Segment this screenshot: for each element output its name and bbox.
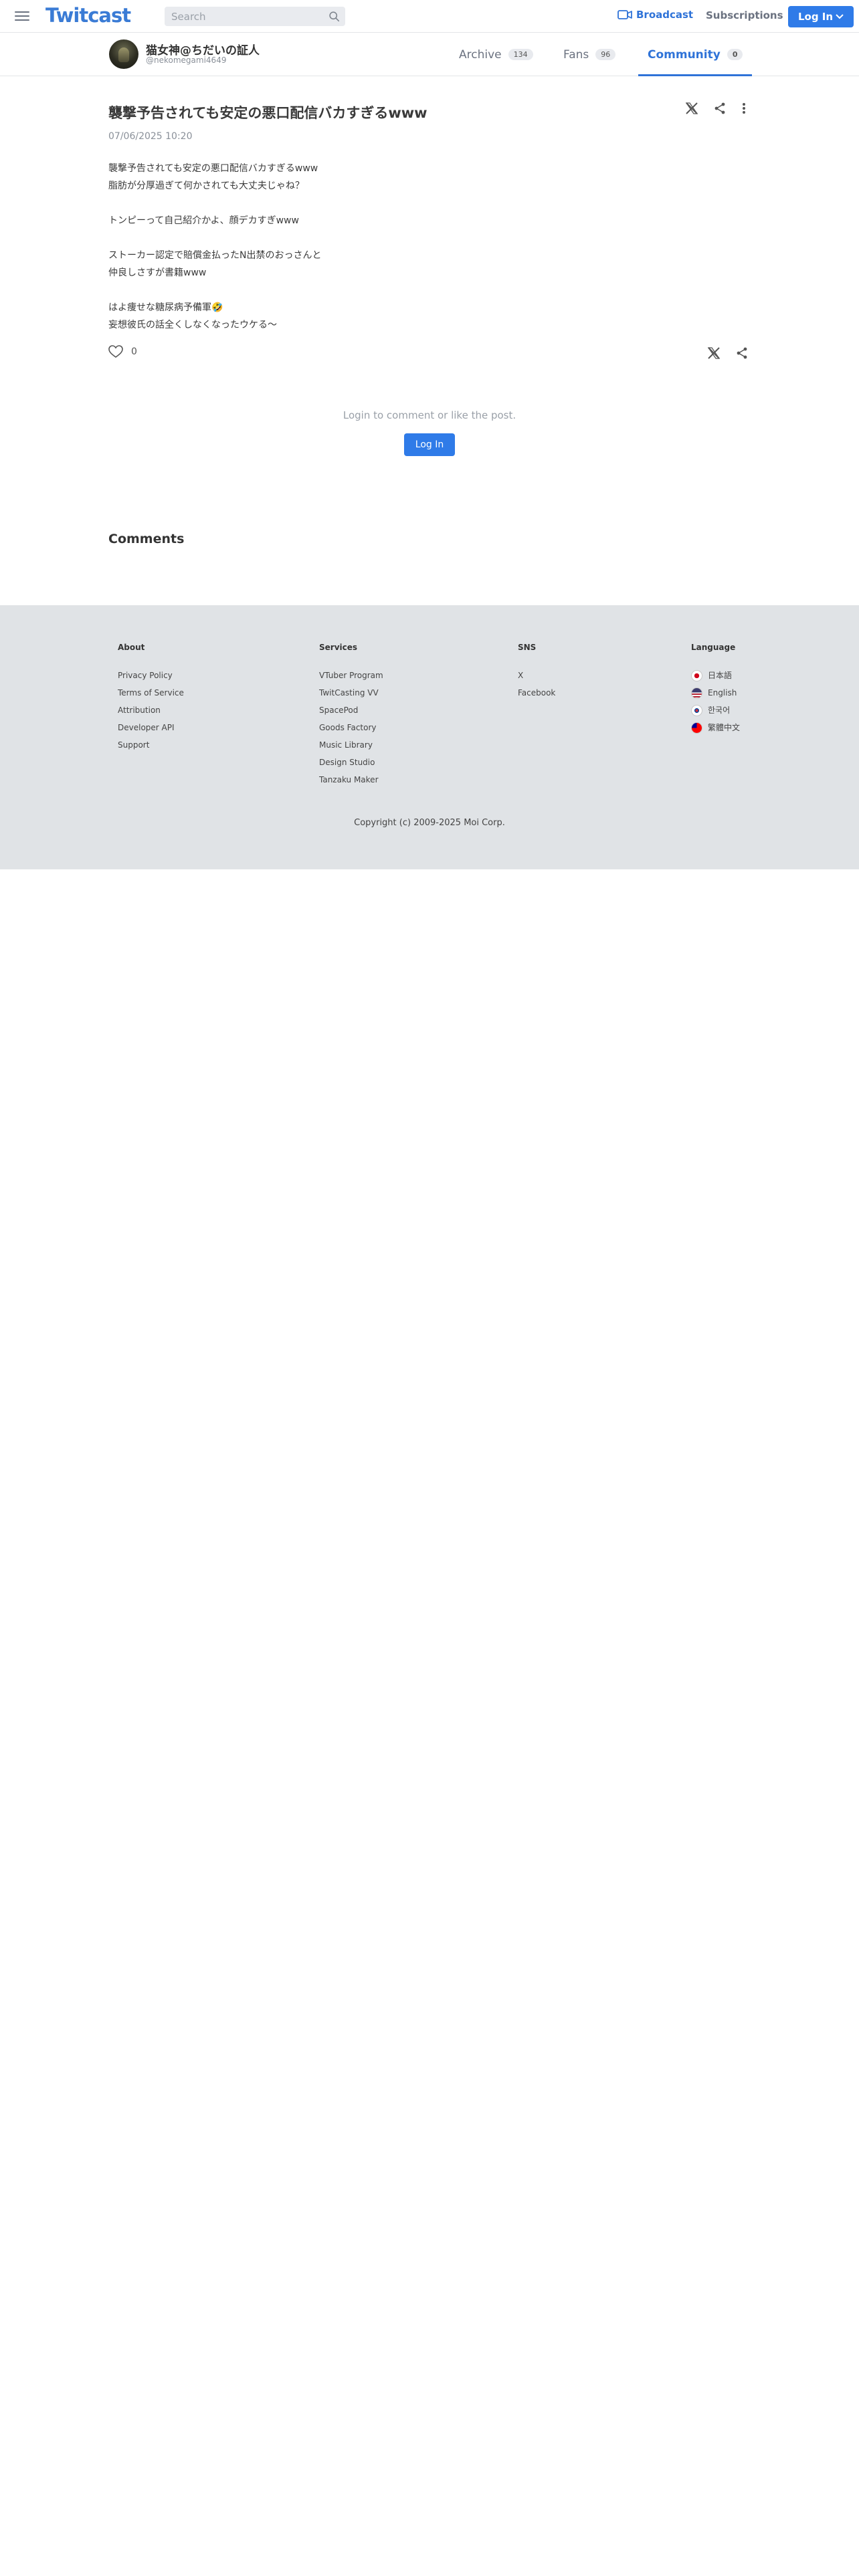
tab-fans[interactable]: Fans 96 — [563, 33, 616, 76]
profile-bar: 猫女神@ちだいの証人 @nekomegami4649 Archive 134 F… — [0, 33, 859, 76]
share-icon[interactable] — [713, 102, 727, 115]
language-label: 한국어 — [708, 706, 731, 715]
post-top-actions — [685, 102, 747, 115]
login-prompt-text: Login to comment or like the post. — [343, 409, 516, 421]
post-line: 脂肪が分厚過ぎて何かされても大丈夫じゃね？ — [108, 181, 304, 191]
footer-link-vtuber[interactable]: VTuber Program — [319, 669, 383, 687]
post-line: トンピーって自己紹介かよ、顔デカすぎwww — [108, 215, 299, 226]
footer-link-spacepod[interactable]: SpacePod — [319, 704, 383, 722]
post-line — [108, 282, 321, 299]
like-count: 0 — [131, 346, 137, 357]
us-flag-icon — [691, 687, 702, 699]
broadcast-link[interactable]: Broadcast — [617, 9, 693, 21]
footer-link-goods-factory[interactable]: Goods Factory — [319, 722, 383, 739]
more-options-icon[interactable] — [741, 102, 747, 115]
comments-heading: Comments — [108, 532, 185, 546]
language-traditional-chinese[interactable]: 繁體中文 — [691, 722, 740, 739]
copyright-text: Copyright (c) 2009-2025 Moi Corp. — [354, 818, 505, 828]
taiwan-flag-icon — [691, 722, 702, 734]
post-title: 襲撃予告されても安定の悪口配信バカすぎるwww — [108, 105, 427, 121]
footer-link-support[interactable]: Support — [118, 739, 184, 756]
footer-link-x[interactable]: X — [518, 669, 555, 687]
footer-language: Language 日本語 English 한국어 繁體中文 — [691, 643, 740, 739]
post-line: 襲撃予告されても安定の悪口配信バカすぎるwww — [108, 163, 318, 174]
hamburger-menu-icon[interactable] — [13, 9, 31, 23]
tab-label: Archive — [459, 47, 502, 62]
language-korean[interactable]: 한국어 — [691, 704, 740, 722]
footer-link-terms[interactable]: Terms of Service — [118, 687, 184, 704]
post-line: 妄想彼氏の話全くしなくなったウケる〜 — [108, 320, 277, 330]
search-box[interactable] — [165, 7, 345, 26]
footer-link-design-studio[interactable]: Design Studio — [319, 756, 383, 774]
footer-about: About Privacy Policy Terms of Service At… — [118, 643, 184, 756]
share-icon[interactable] — [735, 346, 749, 360]
footer-link-privacy[interactable]: Privacy Policy — [118, 669, 184, 687]
footer-link-developer-api[interactable]: Developer API — [118, 722, 184, 739]
user-handle: @nekomegami4649 — [146, 56, 227, 65]
language-label: 日本語 — [708, 671, 733, 680]
search-input[interactable] — [165, 7, 318, 26]
footer: About Privacy Policy Terms of Service At… — [0, 605, 859, 869]
footer-services: Services VTuber Program TwitCasting VV S… — [319, 643, 383, 791]
chevron-down-icon — [836, 14, 844, 19]
post-line: 仲良しさすが書籍www — [108, 267, 207, 278]
avatar[interactable] — [109, 39, 138, 69]
x-share-icon[interactable] — [707, 346, 721, 360]
post-bottom-actions — [707, 346, 749, 360]
footer-heading: Language — [691, 643, 736, 652]
language-japanese[interactable]: 日本語 — [691, 669, 740, 687]
footer-link-attribution[interactable]: Attribution — [118, 704, 184, 722]
footer-link-music-library[interactable]: Music Library — [319, 739, 383, 756]
tab-community[interactable]: Community 0 — [638, 33, 753, 76]
post-date: 07/06/2025 10:20 — [108, 131, 193, 142]
tab-count-badge: 96 — [595, 49, 616, 60]
broadcast-label: Broadcast — [636, 9, 694, 21]
tab-count-badge: 134 — [508, 49, 533, 60]
footer-link-facebook[interactable]: Facebook — [518, 687, 555, 704]
footer-heading: About — [118, 643, 145, 652]
login-button[interactable]: Log In — [788, 6, 854, 27]
video-camera-icon — [617, 10, 632, 19]
language-label: English — [708, 688, 737, 697]
post-line — [108, 229, 321, 247]
footer-link-twitcasting-vv[interactable]: TwitCasting VV — [319, 687, 383, 704]
language-english[interactable]: English — [691, 687, 740, 704]
tab-count-badge: 0 — [727, 49, 743, 60]
login-label: Log In — [797, 11, 834, 23]
tab-label: Fans — [563, 47, 589, 62]
post-line: はよ痩せな糖尿病予備軍🤣 — [108, 302, 223, 313]
korea-flag-icon — [691, 705, 702, 716]
heart-icon[interactable] — [108, 345, 123, 358]
tab-archive[interactable]: Archive 134 — [459, 33, 533, 76]
twitcast-logo[interactable]: Twitcast — [45, 4, 131, 27]
post-line — [108, 195, 321, 212]
japan-flag-icon — [691, 670, 702, 681]
login-to-comment-button[interactable]: Log In — [404, 433, 455, 456]
post-line: ストーカー認定で賠償金払ったN出禁のおっさんと — [108, 250, 322, 261]
language-label: 繁體中文 — [708, 723, 741, 732]
post-body: 襲撃予告されても安定の悪口配信バカすぎるwww 脂肪が分厚過ぎて何かされても大丈… — [108, 160, 321, 334]
tab-label: Community — [648, 47, 721, 62]
top-header: Twitcast Broadcast Subscriptions Log In — [0, 0, 859, 33]
like-button[interactable]: 0 — [108, 345, 137, 358]
footer-heading: SNS — [518, 643, 537, 652]
x-share-icon[interactable] — [685, 102, 698, 115]
footer-heading: Services — [319, 643, 358, 652]
footer-link-tanzaku-maker[interactable]: Tanzaku Maker — [319, 774, 383, 791]
subscriptions-link[interactable]: Subscriptions — [706, 9, 783, 21]
search-icon[interactable] — [328, 11, 340, 22]
footer-sns: SNS X Facebook — [518, 643, 555, 704]
